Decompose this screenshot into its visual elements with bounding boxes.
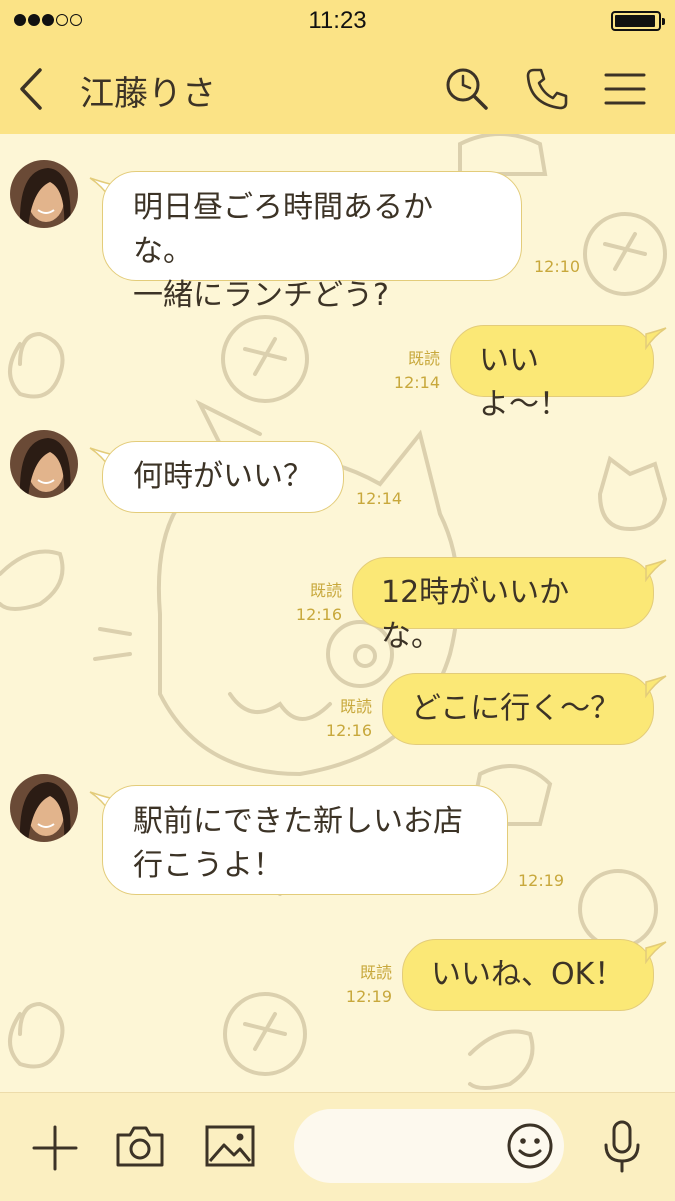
message-bubble-outgoing[interactable]: 12時がいいかな。 — [352, 557, 654, 654]
message-input[interactable] — [294, 1109, 564, 1183]
message-bubble-outgoing[interactable]: どこに行く〜？ — [382, 673, 654, 745]
avatar[interactable] — [10, 774, 78, 842]
read-receipt: 既読 — [339, 697, 372, 716]
read-receipt: 既読 — [309, 581, 342, 600]
avatar[interactable] — [10, 430, 78, 498]
search-icon[interactable] — [444, 66, 490, 112]
bubble-tail — [645, 327, 667, 350]
message-bubble-incoming[interactable]: 明日昼ごろ時間あるかな。 一緒にランチどう? — [102, 171, 522, 313]
message-time: 12:19 — [345, 987, 392, 1006]
plus-icon[interactable] — [32, 1125, 78, 1171]
message-time: 12:16 — [295, 605, 342, 624]
read-receipt: 既読 — [359, 963, 392, 982]
microphone-icon[interactable] — [600, 1119, 644, 1175]
message-time: 12:14 — [356, 489, 403, 508]
status-time: 11:23 — [308, 7, 367, 34]
bubble-tail — [645, 675, 667, 698]
battery-icon — [611, 11, 665, 31]
back-icon[interactable] — [14, 66, 50, 112]
message-time: 12:10 — [534, 257, 581, 276]
message-time: 12:16 — [325, 721, 372, 740]
input-bar — [0, 1092, 675, 1201]
contact-avatar-icon — [10, 774, 78, 842]
menu-icon[interactable] — [602, 66, 648, 112]
message-bubble-outgoing[interactable]: いいね、OK！ — [402, 939, 654, 1011]
contact-avatar-icon — [10, 160, 78, 228]
contact-avatar-icon — [10, 430, 78, 498]
image-icon[interactable] — [204, 1123, 256, 1169]
phone-icon[interactable] — [524, 66, 570, 112]
message-bubble-outgoing[interactable]: いいよ〜！ — [450, 325, 654, 422]
bubble-tail — [645, 941, 667, 964]
contact-name: 江藤りさ — [80, 74, 216, 114]
emoji-icon[interactable] — [506, 1122, 554, 1170]
bubble-tail — [645, 559, 667, 582]
avatar[interactable] — [10, 160, 78, 228]
message-time: 12:19 — [518, 871, 565, 890]
read-receipt: 既読 — [407, 349, 440, 368]
message-bubble-incoming[interactable]: 何時がいい？ — [102, 441, 344, 513]
message-bubble-incoming[interactable]: 駅前にできた新しいお店 行こうよ！ — [102, 785, 508, 895]
chat-header: 江藤りさ — [0, 44, 675, 135]
message-time: 12:14 — [393, 373, 440, 392]
status-bar: 11:23 — [0, 0, 675, 44]
camera-icon[interactable] — [114, 1123, 166, 1169]
